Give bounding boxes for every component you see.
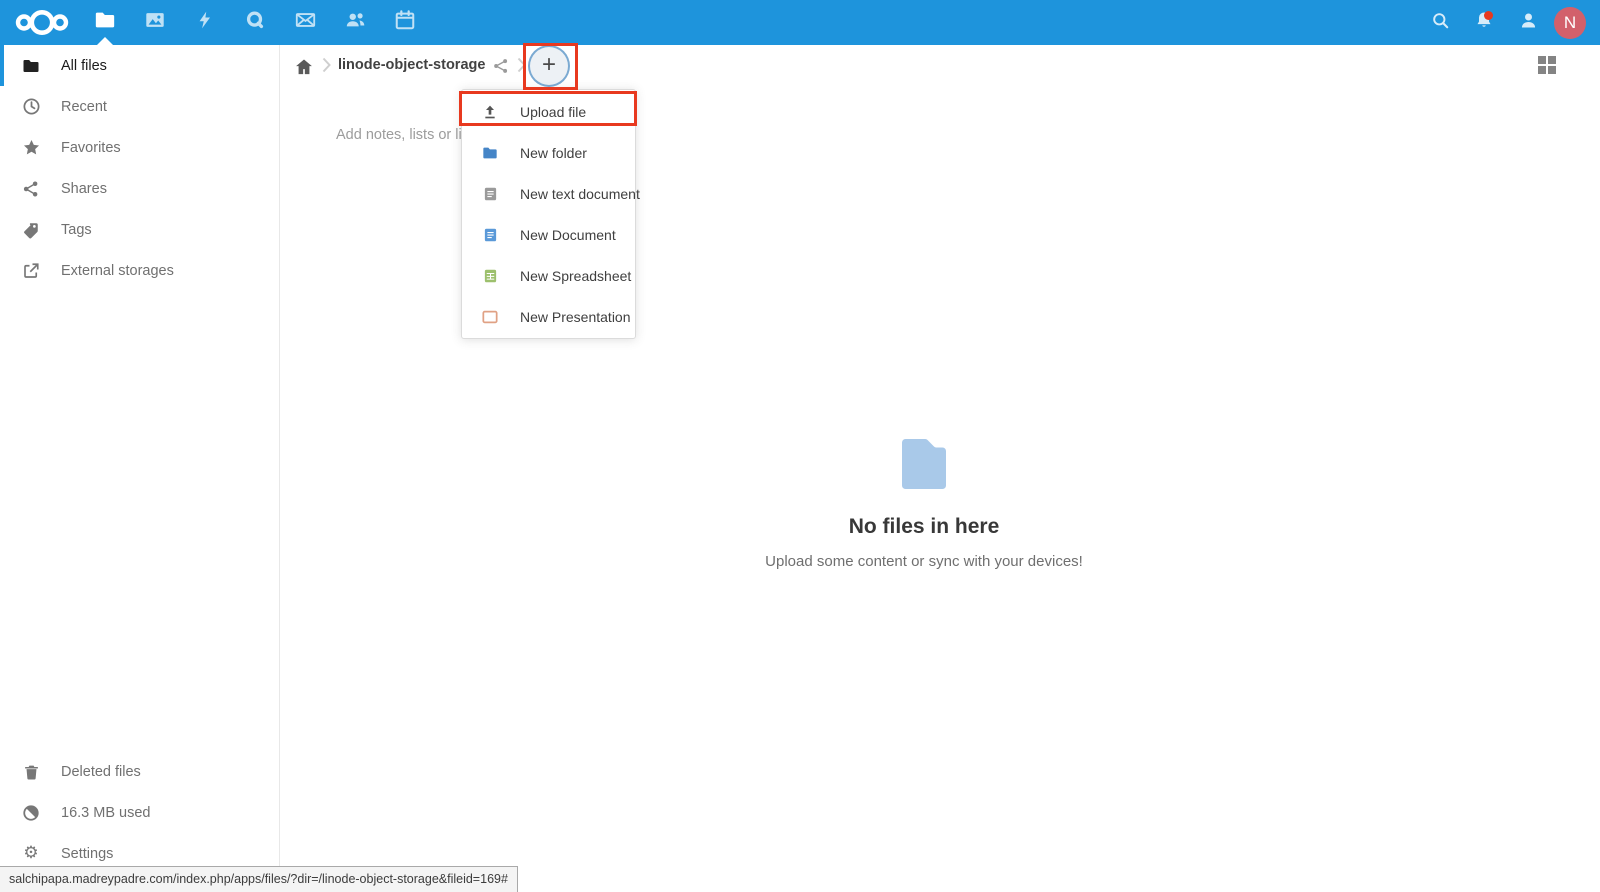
files-folder-icon bbox=[94, 9, 116, 36]
sidebar-item-recent[interactable]: Recent bbox=[0, 86, 279, 127]
menu-item-new-spreadsheet[interactable]: New Spreadsheet bbox=[462, 255, 635, 296]
folder-blue-icon bbox=[482, 145, 498, 161]
sidebar-bottom: Deleted files 16.3 MB used ⚙ Settings bbox=[0, 751, 279, 874]
sidebar-item-deleted-files[interactable]: Deleted files bbox=[0, 751, 279, 792]
empty-state-subtitle: Upload some content or sync with your de… bbox=[264, 553, 1584, 570]
sidebar-item-label: External storages bbox=[61, 263, 174, 279]
share-icon bbox=[21, 179, 41, 199]
grid-view-toggle-icon[interactable] bbox=[1538, 56, 1558, 76]
app-calendar-button[interactable] bbox=[380, 0, 430, 45]
top-bar: N bbox=[0, 0, 1600, 45]
menu-item-new-text-document[interactable]: New text document bbox=[462, 173, 635, 214]
sidebar-item-label: Deleted files bbox=[61, 764, 141, 780]
plus-icon: + bbox=[542, 53, 556, 77]
image-icon bbox=[144, 9, 166, 36]
workspace-notes-hint[interactable]: Add notes, lists or lin bbox=[336, 127, 470, 143]
sidebar-item-label: Tags bbox=[61, 222, 92, 238]
new-file-button[interactable]: + bbox=[528, 45, 570, 87]
sidebar-item-tags[interactable]: Tags bbox=[0, 209, 279, 250]
breadcrumb-folder-name[interactable]: linode-object-storage bbox=[338, 57, 485, 73]
upload-icon bbox=[482, 104, 498, 120]
calendar-icon bbox=[394, 9, 416, 36]
person-icon bbox=[1518, 10, 1539, 36]
sidebar-item-label: Favorites bbox=[61, 140, 121, 156]
chevron-right-icon bbox=[517, 57, 526, 78]
app-files-button[interactable] bbox=[80, 0, 130, 45]
nextcloud-logo-icon[interactable] bbox=[14, 6, 70, 39]
app-navigation bbox=[80, 0, 430, 45]
header-right-actions: N bbox=[1418, 0, 1592, 45]
file-presentation-orange-icon bbox=[482, 309, 498, 325]
folder-icon bbox=[21, 56, 41, 76]
chevron-right-icon bbox=[322, 57, 331, 78]
menu-item-label: New text document bbox=[520, 186, 640, 202]
new-file-menu: Upload file New folder New text document… bbox=[461, 89, 636, 339]
search-button[interactable] bbox=[1418, 0, 1462, 45]
files-content: linode-object-storage + Add notes, lists… bbox=[280, 45, 1600, 892]
file-document-blue-icon bbox=[482, 227, 498, 243]
clock-icon bbox=[21, 97, 41, 117]
file-text-gray-icon bbox=[482, 186, 498, 202]
sidebar-item-label: Recent bbox=[61, 99, 107, 115]
menu-item-label: New Presentation bbox=[520, 309, 631, 325]
app-mail-button[interactable] bbox=[280, 0, 330, 45]
menu-item-new-document[interactable]: New Document bbox=[462, 214, 635, 255]
menu-item-new-presentation[interactable]: New Presentation bbox=[462, 296, 635, 337]
sidebar-item-all-files[interactable]: All files bbox=[0, 45, 279, 86]
menu-item-label: Upload file bbox=[520, 104, 586, 120]
menu-item-label: New Spreadsheet bbox=[520, 268, 631, 284]
sidebar-item-shares[interactable]: Shares bbox=[0, 168, 279, 209]
app-activity-button[interactable] bbox=[180, 0, 230, 45]
people-icon bbox=[344, 9, 367, 36]
star-icon bbox=[21, 138, 41, 158]
sidebar-item-favorites[interactable]: Favorites bbox=[0, 127, 279, 168]
notifications-button[interactable] bbox=[1462, 0, 1506, 45]
external-link-icon bbox=[21, 261, 41, 281]
menu-item-label: New Document bbox=[520, 227, 616, 243]
sidebar-item-label: All files bbox=[61, 58, 107, 74]
sidebar-item-quota: 16.3 MB used bbox=[0, 792, 279, 833]
status-bar-url: salchipapa.madreypadre.com/index.php/app… bbox=[0, 866, 518, 892]
contacts-menu-button[interactable] bbox=[1506, 0, 1550, 45]
menu-item-label: New folder bbox=[520, 145, 587, 161]
avatar[interactable]: N bbox=[1554, 7, 1586, 39]
magnifier-q-icon bbox=[244, 9, 266, 36]
breadcrumb-share-icon[interactable] bbox=[490, 55, 512, 77]
sidebar: All files Recent Favorites Shares Tags E… bbox=[0, 45, 280, 892]
lightning-icon bbox=[195, 9, 215, 36]
file-spreadsheet-green-icon bbox=[482, 268, 498, 284]
empty-folder-icon bbox=[897, 437, 951, 494]
envelope-icon bbox=[294, 9, 317, 36]
empty-state: No files in here Upload some content or … bbox=[264, 437, 1584, 570]
sidebar-item-label: Shares bbox=[61, 181, 107, 197]
menu-item-new-folder[interactable]: New folder bbox=[462, 132, 635, 173]
sidebar-item-external-storages[interactable]: External storages bbox=[0, 250, 279, 291]
app-contacts-button[interactable] bbox=[330, 0, 380, 45]
sidebar-item-label: Settings bbox=[61, 846, 113, 862]
search-icon bbox=[1431, 11, 1450, 35]
trash-icon bbox=[21, 762, 41, 782]
home-icon[interactable] bbox=[292, 55, 316, 79]
breadcrumb: linode-object-storage + bbox=[280, 45, 1600, 89]
empty-state-title: No files in here bbox=[264, 515, 1584, 539]
quota-pie-icon bbox=[21, 803, 41, 823]
menu-item-upload-file[interactable]: Upload file bbox=[462, 91, 635, 132]
app-photos-button[interactable] bbox=[130, 0, 180, 45]
gear-icon: ⚙ bbox=[21, 844, 41, 864]
quota-label: 16.3 MB used bbox=[61, 805, 150, 821]
notification-dot bbox=[1484, 11, 1493, 20]
tag-icon bbox=[21, 220, 41, 240]
app-search-button[interactable] bbox=[230, 0, 280, 45]
